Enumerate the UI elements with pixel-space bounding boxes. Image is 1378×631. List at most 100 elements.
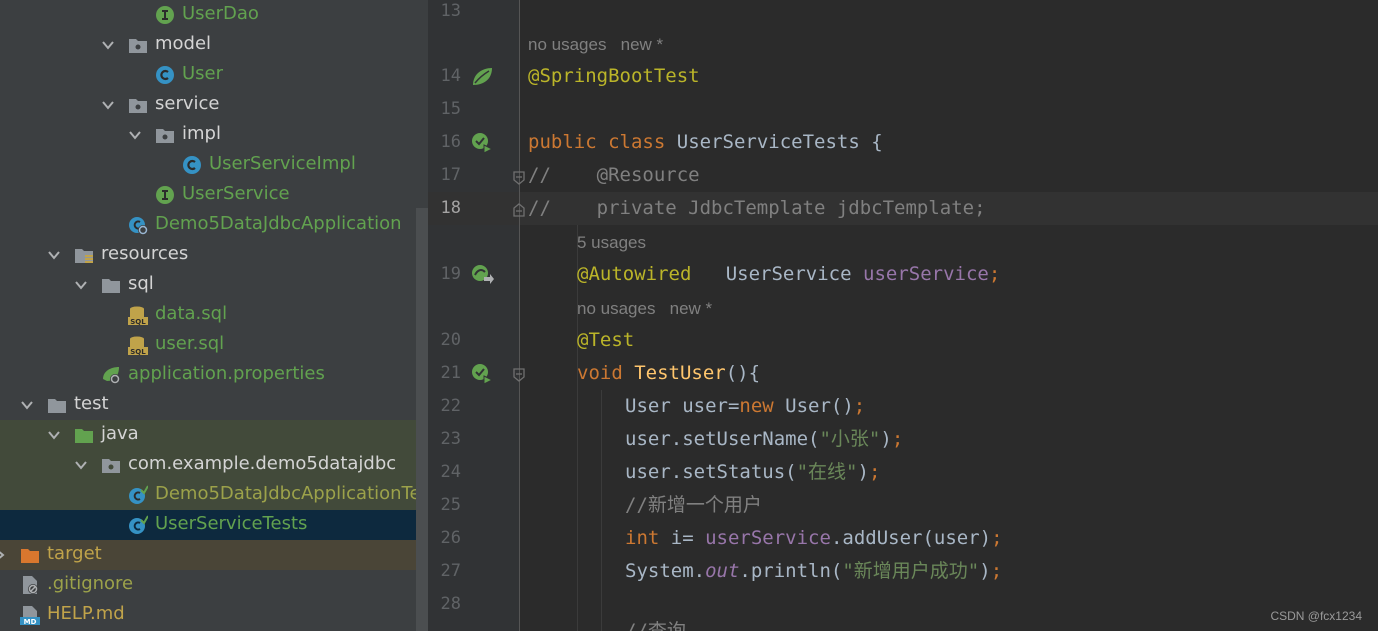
tree-item-resources[interactable]: resources — [0, 240, 428, 270]
code-line-16[interactable]: public class UserServiceTests { — [528, 126, 883, 159]
sql-file-icon: SQL — [128, 336, 148, 355]
line-number: 18 — [440, 198, 461, 218]
punctuation-token: (){ — [725, 362, 761, 384]
code-line-25[interactable]: //新增一个用户 — [625, 489, 762, 522]
tree-item-label: target — [47, 543, 102, 564]
svg-text:SQL: SQL — [130, 318, 146, 325]
autowired-navigate-icon[interactable] — [470, 263, 494, 287]
class-icon — [183, 156, 201, 174]
tree-item-demo5datajdbcapplication[interactable]: Demo5DataJdbcApplication — [0, 210, 428, 240]
annotation-token: @Test — [577, 329, 635, 351]
chevron-down-icon[interactable] — [127, 127, 143, 143]
class-name-token: UserServiceTests { — [676, 131, 883, 153]
run-test-icon[interactable] — [470, 131, 494, 155]
fold-marker-icon[interactable] — [511, 170, 527, 186]
semicolon-token: ; — [891, 428, 904, 450]
tree-scrollbar[interactable] — [416, 208, 428, 631]
line-number: 19 — [440, 264, 461, 284]
code-line-19[interactable]: @Autowired UserService userService; — [577, 258, 1000, 291]
tree-item-user[interactable]: User — [0, 60, 428, 90]
tree-item-target[interactable]: target — [0, 540, 428, 570]
usages-hint-text: no usages — [528, 35, 607, 54]
annotation-token: @Autowired — [577, 263, 692, 285]
string-token: "在线" — [796, 461, 858, 483]
chevron-down-icon[interactable] — [19, 397, 35, 413]
tree-item-label: UserService — [182, 183, 290, 204]
field-token: userService — [863, 263, 989, 285]
usages-hint-text: 5 usages — [577, 233, 646, 252]
tree-item-application-properties[interactable]: application.properties — [0, 360, 428, 390]
class-icon — [156, 66, 174, 84]
code-line-24[interactable]: user.setStatus("在线"); — [625, 456, 880, 489]
code-line-22[interactable]: User user=new User(); — [625, 390, 865, 423]
tree-item-label: test — [74, 393, 109, 414]
tree-item-label: HELP.md — [47, 603, 125, 624]
string-token: "新增用户成功" — [842, 560, 980, 582]
code-line-29[interactable]: //查询 — [625, 615, 686, 631]
tree-item-impl[interactable]: impl — [0, 120, 428, 150]
code-line-26[interactable]: int i= userService.addUser(user); — [625, 522, 1003, 555]
test-class-icon — [129, 485, 148, 504]
fold-marker-icon[interactable] — [511, 202, 527, 218]
spring-leaf-icon[interactable] — [470, 65, 494, 89]
chevron-down-icon[interactable] — [100, 97, 116, 113]
sql-file-icon: SQL — [128, 306, 148, 325]
line-number: 13 — [440, 1, 461, 21]
code-line-17[interactable]: // @Resource — [528, 159, 700, 192]
chevron-down-icon[interactable] — [100, 37, 116, 53]
tree-item-java[interactable]: java — [0, 420, 428, 450]
code-line-27[interactable]: System.out.println("新增用户成功"); — [625, 555, 1002, 588]
tree-item-label: Demo5DataJdbcApplicationTests — [155, 483, 428, 504]
usages-hint[interactable]: no usages new * — [577, 292, 712, 325]
semicolon-token: ; — [990, 560, 1003, 582]
fold-marker-icon[interactable] — [511, 367, 527, 383]
code-line-23[interactable]: user.setUserName("小张"); — [625, 423, 903, 456]
tree-item-sql[interactable]: sql — [0, 270, 428, 300]
usages-hint[interactable]: no usages new * — [528, 28, 663, 61]
chevron-down-icon[interactable] — [73, 457, 89, 473]
tree-item-label: model — [155, 33, 212, 54]
tree-item-userservicetests[interactable]: UserServiceTests — [0, 510, 428, 540]
indent-guide — [601, 390, 602, 631]
tree-item-help-md[interactable]: MD HELP.md — [0, 600, 428, 630]
resources-folder-icon — [75, 249, 93, 263]
tree-item-test[interactable]: test — [0, 390, 428, 420]
tree-item-service[interactable]: service — [0, 90, 428, 120]
code-line-21[interactable]: void TestUser(){ — [577, 357, 760, 390]
usages-hint[interactable]: 5 usages — [577, 226, 646, 259]
tree-item-userdao[interactable]: UserDao — [0, 0, 428, 30]
chevron-down-icon[interactable] — [46, 247, 62, 263]
tree-item-model[interactable]: model — [0, 30, 428, 60]
chevron-down-icon[interactable] — [46, 427, 62, 443]
code-line-14[interactable]: @SpringBootTest — [528, 60, 700, 93]
code-token: ) — [857, 461, 869, 483]
code-line-18[interactable]: // private JdbcTemplate jdbcTemplate; — [528, 192, 986, 225]
tree-item-demo5datajdbcapplicationtests[interactable]: Demo5DataJdbcApplicationTests — [0, 480, 428, 510]
code-line-20[interactable]: @Test — [577, 324, 634, 357]
chevron-right-icon[interactable] — [0, 547, 8, 563]
code-token: .addUser(user) — [830, 527, 992, 549]
usages-hint-text: no usages — [577, 299, 656, 318]
author-hint-text: new * — [620, 35, 664, 54]
tree-item-label: resources — [101, 243, 189, 264]
tree-item-user-sql[interactable]: SQL user.sql — [0, 330, 428, 360]
tree-item-label: service — [155, 93, 220, 114]
spring-properties-icon — [103, 367, 120, 384]
run-test-icon[interactable] — [470, 362, 494, 386]
tree-item-userserviceimpl[interactable]: UserServiceImpl — [0, 150, 428, 180]
folder-icon — [48, 399, 66, 413]
tree-item-gitignore[interactable]: .gitignore — [0, 570, 428, 600]
tree-item-userservice[interactable]: UserService — [0, 180, 428, 210]
semicolon-token: ; — [853, 395, 866, 417]
tree-item-label: Demo5DataJdbcApplication — [155, 213, 402, 234]
code-token: user.setStatus( — [625, 461, 797, 483]
tree-item-package-demo5datajdbc[interactable]: com.example.demo5datajdbc — [0, 450, 428, 480]
line-number: 16 — [440, 132, 461, 152]
code-token: .println( — [739, 560, 843, 582]
tree-item-data-sql[interactable]: SQL data.sql — [0, 300, 428, 330]
chevron-down-icon[interactable] — [73, 277, 89, 293]
semicolon-token: ; — [988, 263, 1001, 285]
svg-text:SQL: SQL — [130, 348, 146, 355]
tree-item-label: impl — [182, 123, 221, 144]
spring-boot-class-icon — [129, 217, 148, 235]
